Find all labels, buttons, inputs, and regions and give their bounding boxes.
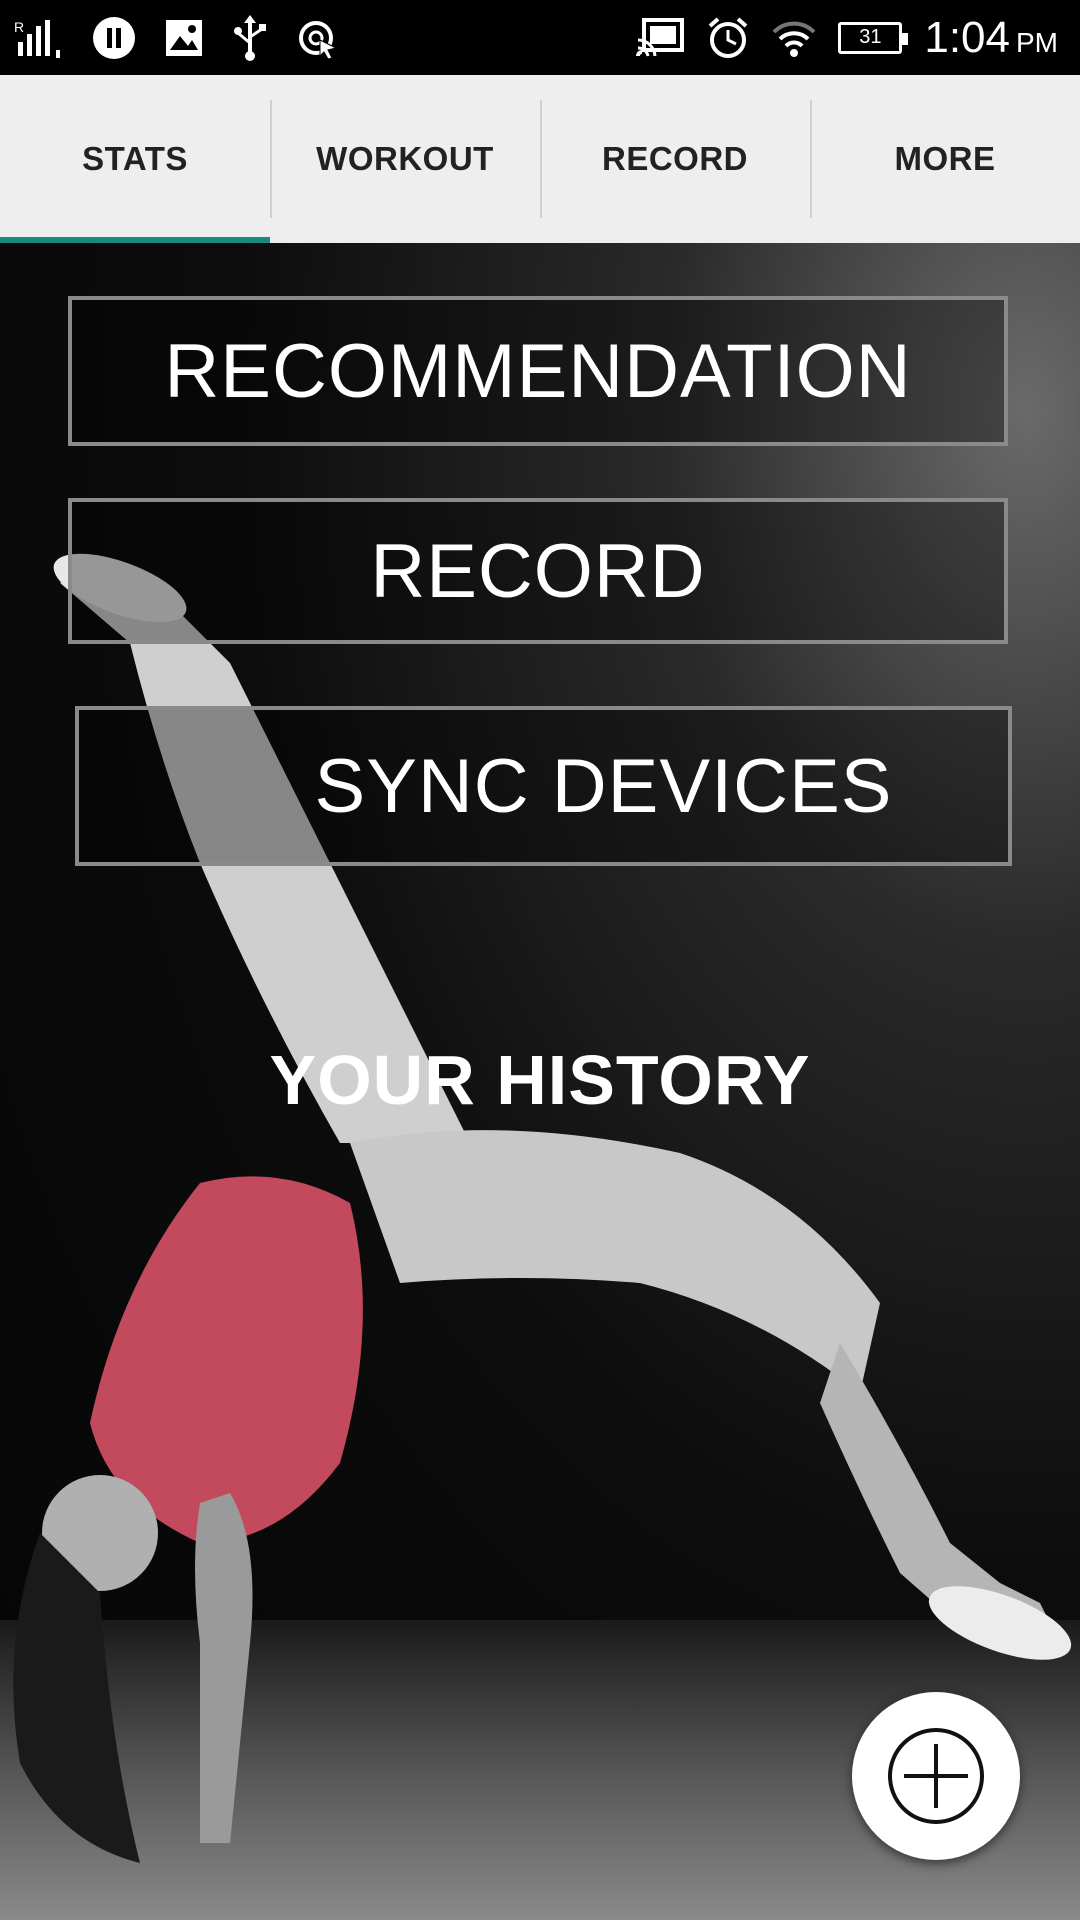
svg-text:R: R <box>14 19 24 35</box>
status-time: 1:04 PM <box>924 13 1058 63</box>
signal-icon: R <box>14 18 64 58</box>
sync-devices-button[interactable]: SYNC DEVICES <box>75 706 1012 866</box>
background-photo: RECOMMENDATION RECORD SYNC DEVICES YOUR … <box>0 243 1080 1920</box>
tab-more[interactable]: MORE <box>810 75 1080 243</box>
add-fab-button[interactable] <box>852 1692 1020 1860</box>
status-bar-left: R <box>14 0 340 75</box>
recommendation-button[interactable]: RECOMMENDATION <box>68 296 1008 446</box>
pause-icon <box>92 16 136 60</box>
tab-workout[interactable]: WORKOUT <box>270 75 540 243</box>
usb-icon <box>232 14 268 61</box>
status-bar-right: 31 1:04 PM <box>636 0 1058 75</box>
tab-bar: STATS WORKOUT RECORD MORE <box>0 75 1080 243</box>
battery-level: 31 <box>859 26 882 48</box>
tab-record[interactable]: RECORD <box>540 75 810 243</box>
sync-icon <box>296 16 340 60</box>
clock-ampm: PM <box>1016 26 1058 58</box>
tab-stats[interactable]: STATS <box>0 75 270 243</box>
cast-icon <box>636 17 685 58</box>
your-history-link[interactable]: YOUR HISTORY <box>0 1040 1080 1120</box>
clock-time: 1:04 <box>924 12 1010 62</box>
add-icon <box>888 1728 984 1824</box>
alarm-icon <box>706 16 750 60</box>
wifi-icon <box>772 18 816 58</box>
status-bar: R 31 1:04 PM <box>0 0 1080 75</box>
image-icon <box>164 18 204 58</box>
battery-icon: 31 <box>838 21 909 54</box>
record-button[interactable]: RECORD <box>68 498 1008 644</box>
